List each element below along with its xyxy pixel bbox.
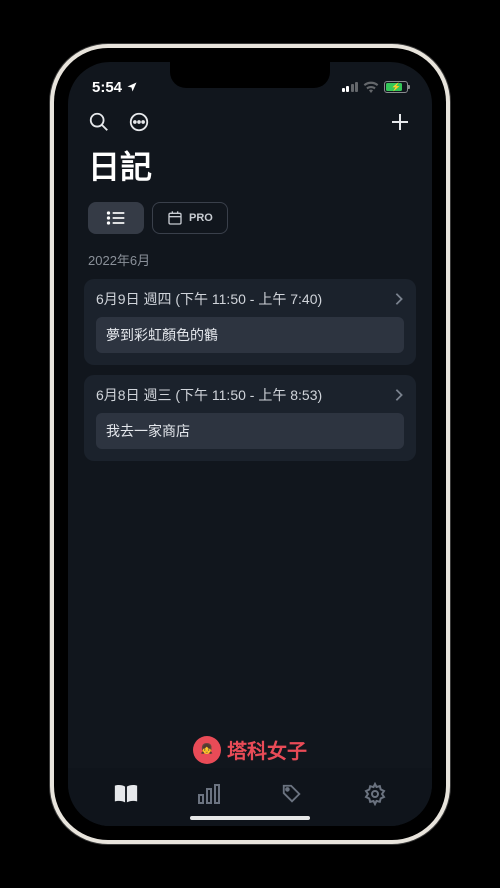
diary-entry[interactable]: 6月9日 週四 (下午 11:50 - 上午 7:40) 夢到彩虹顏色的鶴 [84,279,416,365]
view-toggle: PRO [68,202,432,250]
entry-date: 6月8日 週三 (下午 11:50 - 上午 8:53) [96,385,322,405]
plus-icon [388,110,412,134]
home-indicator[interactable] [190,816,310,820]
notch [170,62,330,88]
chart-icon [197,783,221,805]
tag-icon [280,783,304,805]
toolbar [68,102,432,138]
wifi-icon [363,81,379,93]
entry-text: 夢到彩虹顏色的鶴 [96,317,404,353]
more-button[interactable] [128,111,150,133]
chevron-right-icon [394,388,404,402]
phone-frame: 5:54 ⚡ [50,44,450,844]
page-title: 日記 [68,138,432,202]
entry-date: 6月9日 週四 (下午 11:50 - 上午 7:40) [96,289,322,309]
signal-icon [342,82,359,92]
diary-entry[interactable]: 6月8日 週三 (下午 11:50 - 上午 8:53) 我去一家商店 [84,375,416,461]
entry-text: 我去一家商店 [96,413,404,449]
tab-tags[interactable] [272,774,312,814]
pro-label: PRO [189,212,213,224]
search-button[interactable] [88,111,110,133]
watermark: 👧 塔科女子 [193,735,307,764]
status-time: 5:54 [92,79,122,96]
list-view-button[interactable] [88,202,144,234]
phone-bezel: 5:54 ⚡ [54,48,446,840]
tab-settings[interactable] [355,774,395,814]
search-icon [88,111,110,133]
calendar-pro-button[interactable]: PRO [152,202,228,234]
gear-icon [363,782,387,806]
status-right: ⚡ [342,81,409,93]
battery-icon: ⚡ [384,81,408,93]
add-button[interactable] [388,110,412,134]
watermark-text: 塔科女子 [227,735,307,764]
tab-diary[interactable] [106,774,146,814]
watermark-avatar-icon: 👧 [193,736,221,764]
status-left: 5:54 [92,79,138,96]
list-icon [106,210,126,226]
screen: 5:54 ⚡ [68,62,432,826]
location-icon [126,81,138,93]
month-label: 2022年6月 [68,250,432,279]
tab-stats[interactable] [189,774,229,814]
book-icon [113,783,139,805]
calendar-icon [167,210,183,226]
chevron-right-icon [394,292,404,306]
entries-list: 6月9日 週四 (下午 11:50 - 上午 7:40) 夢到彩虹顏色的鶴 6月… [68,279,432,461]
more-icon [128,111,150,133]
